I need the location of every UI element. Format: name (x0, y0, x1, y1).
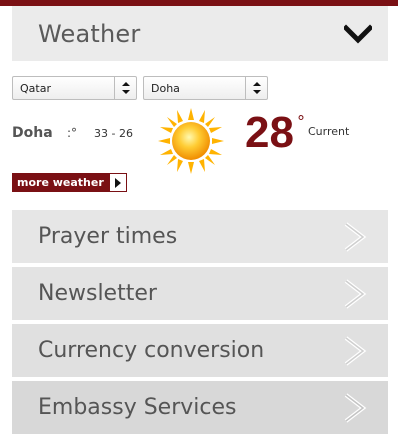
menu-item-newsletter[interactable]: Newsletter (12, 267, 388, 320)
select-arrows-icon (114, 77, 136, 99)
menu-item-currency-conversion[interactable]: Currency conversion (12, 324, 388, 377)
chevron-down-icon[interactable] (344, 23, 372, 44)
weather-summary: Doha :° 33 - 26 28 ° Current (12, 108, 392, 174)
chevron-right-icon (344, 278, 367, 309)
current-temperature: 28 (245, 108, 294, 157)
menu-item-embassy-services[interactable]: Embassy Services (12, 381, 388, 434)
services-menu: Prayer times Newsletter Currency convers… (12, 210, 388, 438)
menu-item-label: Prayer times (38, 224, 178, 249)
sun-icon (158, 108, 224, 174)
select-arrows-icon (245, 77, 267, 99)
chevron-right-icon (344, 392, 367, 423)
more-weather-button[interactable]: more weather (12, 173, 127, 192)
menu-item-label: Currency conversion (38, 338, 265, 363)
chevron-right-icon (344, 221, 367, 252)
more-weather-label: more weather (12, 173, 109, 192)
menu-item-label: Newsletter (38, 281, 157, 306)
country-select[interactable]: Qatar (12, 76, 137, 100)
city-name: Doha (12, 125, 53, 141)
location-selectors: Qatar Doha (12, 76, 268, 100)
city-select[interactable]: Doha (143, 76, 268, 100)
current-label: Current (308, 125, 350, 138)
play-arrow-icon (108, 173, 127, 192)
temperature-range: 33 - 26 (94, 127, 133, 140)
menu-item-label: Embassy Services (38, 395, 237, 420)
weather-title: Weather (38, 19, 141, 48)
chevron-right-icon (344, 335, 367, 366)
degree-mark: ° (297, 112, 305, 131)
menu-item-prayer-times[interactable]: Prayer times (12, 210, 388, 263)
degree-separator: :° (67, 126, 78, 140)
country-select-value: Qatar (20, 81, 51, 95)
city-select-value: Doha (151, 81, 180, 95)
weather-header[interactable]: Weather (12, 6, 388, 61)
